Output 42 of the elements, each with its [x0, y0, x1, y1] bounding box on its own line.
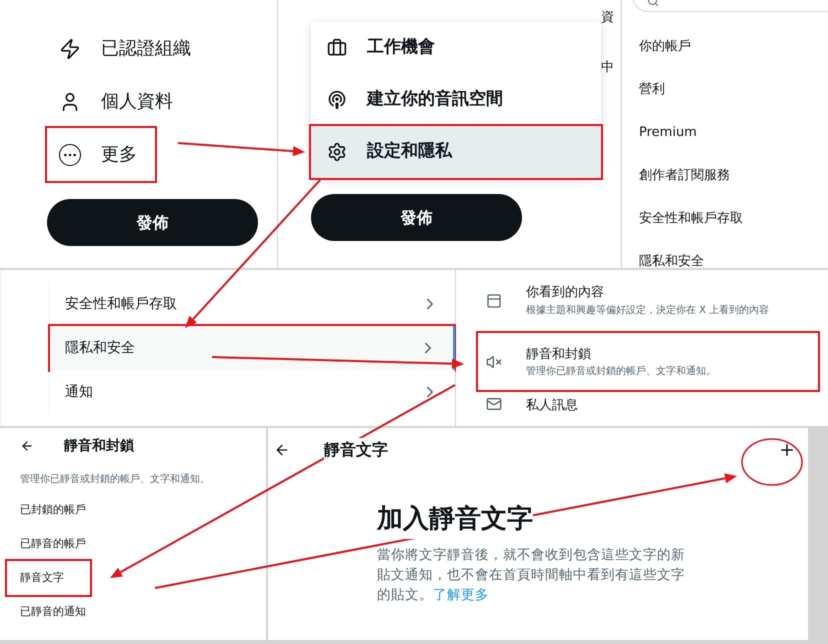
settings-item[interactable]: 創作者訂閱服務: [639, 165, 730, 208]
post-button[interactable]: 發佈: [47, 199, 258, 246]
mail-icon: [486, 396, 502, 412]
option-title: 靜音和封鎖: [526, 346, 592, 364]
settings-option[interactable]: 靜音和封鎖 管理你已靜音或封鎖的帳戶、文字和通知。: [478, 333, 818, 390]
empty-description: 當你將文字靜音後，就不會收到包含這些文字的新貼文通知，也不會在首頁時間軸中看到有這些文字的貼文。了解更多: [377, 546, 686, 605]
back-icon[interactable]: [20, 439, 34, 453]
settings-item[interactable]: 已靜音的通知: [20, 595, 86, 629]
settings-item[interactable]: 已靜音的帳戶: [20, 527, 86, 561]
page-description: 管理你已靜音或封鎖的帳戶、文字和通知。: [20, 472, 211, 487]
nav-item[interactable]: 更多: [47, 128, 155, 181]
option-title: 私人訊息: [526, 397, 578, 416]
briefcase-icon: [327, 38, 347, 58]
menu-item[interactable]: 工作機會: [311, 22, 601, 74]
page-title: 靜音文字: [324, 438, 388, 462]
settings-option[interactable]: 私人訊息: [478, 396, 818, 426]
microphone-icon: [327, 90, 347, 110]
more-icon: [59, 144, 81, 166]
settings-item[interactable]: 營利: [639, 79, 665, 122]
menu-item[interactable]: 建立你的音訊空間: [311, 74, 601, 126]
nav-item[interactable]: 已認證組織: [47, 22, 209, 75]
add-icon[interactable]: [778, 441, 796, 459]
nav-item[interactable]: 個人資料: [47, 75, 191, 128]
settings-item[interactable]: 安全性和帳戶存取: [639, 208, 743, 251]
option-description: 管理你已靜音或封鎖的帳戶、文字和通知。: [526, 364, 716, 380]
text-fragment: 中: [601, 58, 615, 76]
option-title: 你看到的內容: [526, 284, 605, 302]
lightning-icon: [59, 38, 81, 60]
card-icon: [486, 292, 502, 309]
settings-icon: [327, 142, 347, 162]
text-fragment: 資: [601, 9, 615, 27]
muted-speaker-icon: [486, 354, 502, 370]
back-icon[interactable]: [274, 442, 290, 458]
settings-item[interactable]: 已封鎖的帳戶: [20, 493, 86, 527]
settings-item[interactable]: Premium: [639, 122, 697, 165]
settings-item[interactable]: 隱私和安全: [50, 326, 455, 370]
menu-item[interactable]: 設定和隱私: [311, 126, 601, 178]
option-description: 根據主題和興趣等偏好設定，決定你在 X 上看到的內容: [526, 304, 770, 318]
page-title: 靜音和封鎖: [64, 436, 134, 456]
post-button[interactable]: 發佈: [311, 194, 522, 241]
settings-item[interactable]: 你的帳戶: [639, 36, 691, 79]
settings-item[interactable]: 靜音文字: [7, 561, 90, 595]
